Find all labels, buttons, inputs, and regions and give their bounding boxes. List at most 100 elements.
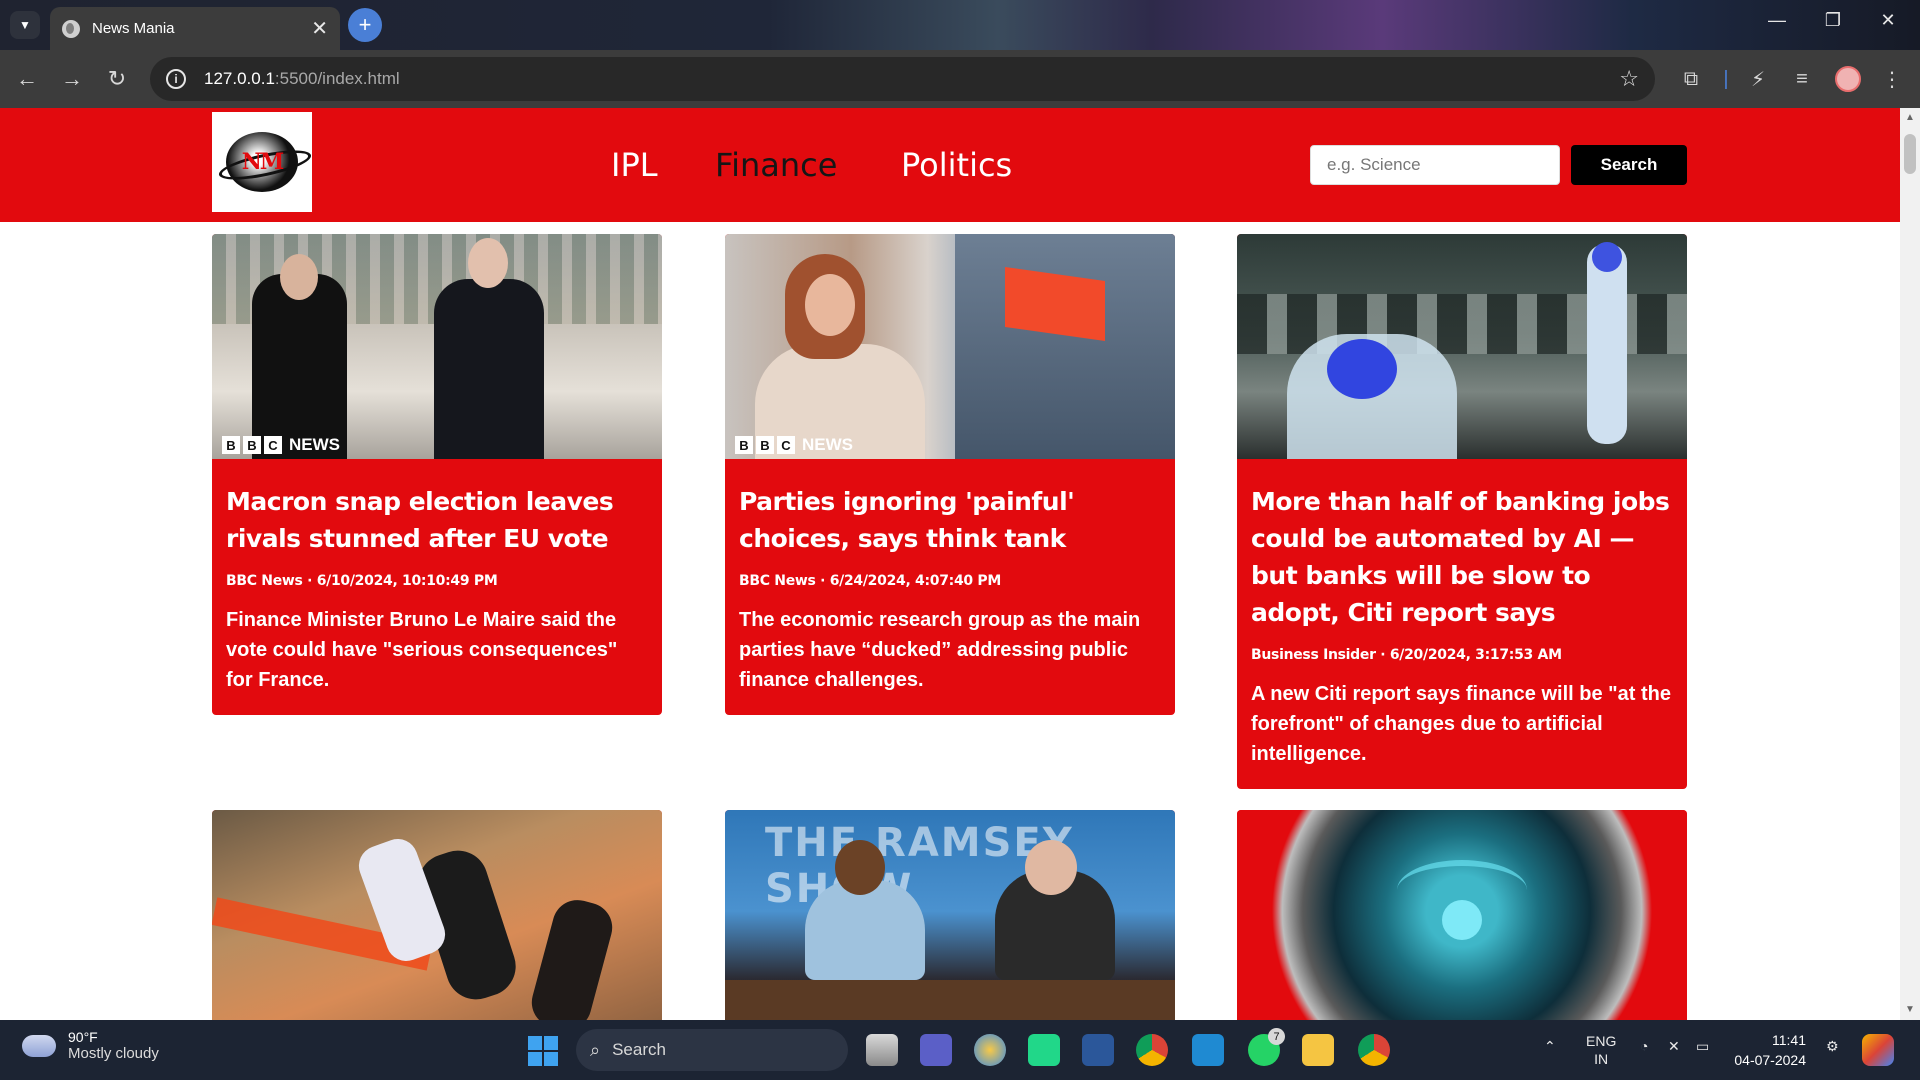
chrome-icon[interactable]: [1136, 1034, 1168, 1066]
cloud-icon: [22, 1034, 56, 1057]
teams-icon[interactable]: [920, 1034, 952, 1066]
page-scrollbar[interactable]: ▲ ▼: [1900, 108, 1920, 1020]
article-description: Finance Minister Bruno Le Maire said the…: [226, 609, 618, 691]
article-meta: BBC News · 6/10/2024, 10:10:49 PM: [226, 573, 498, 589]
article-meta: Business Insider · 6/20/2024, 3:17:53 AM: [1251, 647, 1562, 663]
more-menu-icon[interactable]: ⋮: [1878, 65, 1906, 93]
article-title[interactable]: Parties ignoring 'painful' choices, says…: [739, 483, 1161, 557]
logo-globe-icon: NM: [226, 132, 298, 192]
bookmark-star-icon[interactable]: ☆: [1619, 66, 1639, 92]
image-studio-desk: [725, 980, 1175, 1020]
file-explorer-icon[interactable]: [1302, 1034, 1334, 1066]
site-info-icon[interactable]: i: [166, 69, 186, 89]
speed-extension-icon[interactable]: ⚡: [1744, 65, 1772, 93]
news-card-image[interactable]: [1237, 234, 1687, 459]
system-clock[interactable]: 11:41 04-07-2024: [1732, 1030, 1806, 1070]
restore-icon[interactable]: ❐: [1818, 10, 1848, 31]
image-person-right: [434, 279, 544, 459]
image-protester-2: [526, 894, 618, 1020]
extensions-puzzle-icon[interactable]: ⧉: [1677, 65, 1705, 93]
news-card-image[interactable]: B B C NEWS: [725, 234, 1175, 459]
window-close-icon[interactable]: ✕: [1873, 10, 1903, 31]
back-arrow-icon[interactable]: ←: [13, 65, 41, 93]
image-atm-machine: [955, 234, 1175, 459]
address-bar[interactable]: i 127.0.0.1:5500/index.html ☆: [150, 57, 1655, 101]
nav-link-politics[interactable]: Politics: [901, 146, 1012, 184]
article-description: A new Citi report says finance will be "…: [1251, 683, 1671, 765]
image-host-right-head: [1025, 840, 1077, 895]
article-description: The economic research group as the main …: [739, 609, 1141, 691]
new-tab-button[interactable]: +: [348, 8, 382, 42]
search-input[interactable]: [1310, 145, 1560, 185]
clock-time: 11:41: [1772, 1032, 1806, 1048]
weather-widget[interactable]: 90°F Mostly cloudy: [22, 1029, 159, 1062]
nav-link-ipl[interactable]: IPL: [611, 146, 658, 184]
tab-close-icon[interactable]: ✕: [311, 16, 328, 41]
news-card[interactable]: [212, 810, 662, 1020]
tray-chevron-icon[interactable]: ⌃: [1544, 1038, 1556, 1055]
image-standing-head: [1592, 242, 1622, 272]
image-standing-worker: [1587, 244, 1627, 444]
news-card-image[interactable]: [212, 810, 662, 1020]
watermark-text: NEWS: [802, 435, 853, 454]
windows-start-icon[interactable]: [528, 1036, 558, 1066]
news-card-image[interactable]: [1237, 810, 1687, 1020]
news-card[interactable]: [1237, 810, 1687, 1020]
article-title[interactable]: Macron snap election leaves rivals stunn…: [226, 483, 648, 557]
profile-avatar[interactable]: [1835, 66, 1861, 92]
news-card[interactable]: THE RAMSEY SHOW: [725, 810, 1175, 1020]
tab-list-chevron-icon[interactable]: ▼: [10, 11, 40, 39]
paint-icon[interactable]: [974, 1034, 1006, 1066]
bbc-watermark: B B C NEWS: [735, 435, 853, 455]
scroll-down-icon[interactable]: ▼: [1905, 1004, 1915, 1015]
clock-date: 04-07-2024: [1734, 1052, 1806, 1068]
image-face-left: [280, 254, 318, 300]
news-card-image[interactable]: THE RAMSEY SHOW: [725, 810, 1175, 1020]
tab-title: News Mania: [92, 20, 175, 37]
battery-icon[interactable]: ▭: [1696, 1038, 1709, 1055]
site-logo[interactable]: NM: [212, 112, 312, 212]
image-host-left-head: [835, 840, 885, 895]
browser-tab[interactable]: News Mania ✕: [50, 7, 340, 50]
language-indicator[interactable]: ENG IN: [1586, 1032, 1616, 1068]
site-header: NM IPL Finance Politics Search: [0, 108, 1900, 222]
chrome-active-icon[interactable]: [1358, 1034, 1390, 1066]
news-card[interactable]: B B C NEWS Parties ignoring 'painful' choic…: [725, 234, 1175, 715]
search-button[interactable]: Search: [1571, 145, 1687, 185]
news-card-image[interactable]: B B C NEWS: [212, 234, 662, 459]
url-host: 127.0.0.1: [204, 69, 275, 88]
pycharm-icon[interactable]: [1028, 1034, 1060, 1066]
image-worker-head: [1327, 339, 1397, 399]
browser-tab-bar: ▼ News Mania ✕ + — ❐ ✕: [0, 0, 1920, 50]
taskbar-search[interactable]: ⌕ Search: [576, 1029, 848, 1071]
logo-text: NM: [241, 149, 284, 175]
news-card[interactable]: B B C NEWS Macron snap election leaves riva…: [212, 234, 662, 715]
nav-link-finance[interactable]: Finance: [715, 146, 837, 184]
image-host-left: [805, 880, 925, 980]
wifi-icon[interactable]: ◔: [1640, 1038, 1648, 1054]
media-controls-icon[interactable]: ≡: [1788, 65, 1816, 93]
whatsapp-badge: 7: [1268, 1028, 1285, 1045]
image-ai-core: [1442, 900, 1482, 940]
minimize-icon[interactable]: —: [1762, 10, 1792, 31]
toolbar-divider: |: [1723, 67, 1729, 90]
weather-temperature: 90°F: [68, 1029, 98, 1045]
page-viewport: NM IPL Finance Politics Search BBCNEWS M…: [0, 108, 1900, 1020]
copilot-icon[interactable]: [1862, 1034, 1894, 1066]
reload-icon[interactable]: ↻: [103, 65, 131, 93]
notification-bell-icon[interactable]: ⚙: [1826, 1038, 1839, 1055]
news-card[interactable]: More than half of banking jobs could be …: [1237, 234, 1687, 789]
mute-icon[interactable]: ✕: [1668, 1038, 1680, 1055]
browser-toolbar: ← → ↻ i 127.0.0.1:5500/index.html ☆ ⧉ | …: [0, 50, 1920, 108]
region-code: IN: [1594, 1051, 1609, 1067]
scrollbar-thumb[interactable]: [1904, 134, 1916, 174]
vscode-icon[interactable]: [1192, 1034, 1224, 1066]
scroll-up-icon[interactable]: ▲: [1905, 112, 1915, 123]
taskbar-search-label: Search: [612, 1040, 666, 1059]
forward-arrow-icon[interactable]: →: [58, 65, 86, 93]
windows-taskbar: 90°F Mostly cloudy ⌕ Search 7 ⌃ ENG IN ◔…: [0, 1020, 1920, 1080]
task-view-icon[interactable]: [866, 1034, 898, 1066]
article-title[interactable]: More than half of banking jobs could be …: [1251, 483, 1673, 631]
word-icon[interactable]: [1082, 1034, 1114, 1066]
image-face-right: [468, 238, 508, 288]
